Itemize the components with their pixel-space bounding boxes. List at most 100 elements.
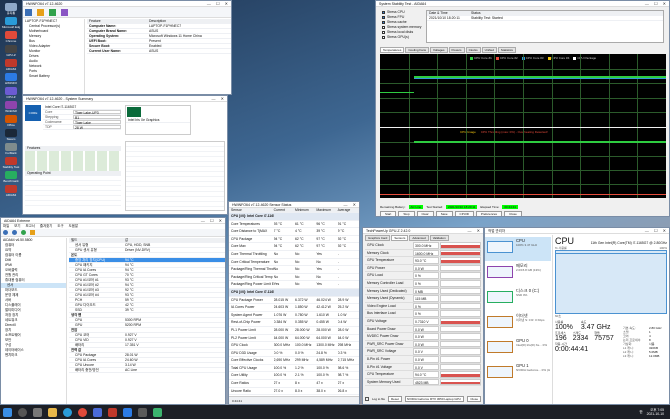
tree-item[interactable]: Smart Battery bbox=[23, 74, 84, 79]
desktop-icon[interactable]: Microsoft Edge bbox=[2, 17, 20, 31]
taskmgr-resource-item[interactable]: 메모리 2.0/15.8 GB (13%) bbox=[485, 262, 551, 286]
desktop-icon[interactable]: HWiNFO bbox=[2, 73, 20, 87]
save-report-icon[interactable] bbox=[37, 9, 44, 16]
desktop-icon[interactable]: AIDA64 bbox=[2, 59, 20, 73]
desktop-icon[interactable]: 휴지통 bbox=[2, 3, 20, 17]
window-controls[interactable]: — ☐ ✕ bbox=[207, 1, 230, 6]
legend-checkbox[interactable] bbox=[495, 56, 499, 60]
stability-tab[interactable]: Unified bbox=[481, 47, 497, 53]
stability-button[interactable]: CPUID bbox=[454, 211, 474, 216]
sensor-col-header[interactable]: Maximum bbox=[316, 208, 337, 212]
stability-tab[interactable]: Cooling Fans bbox=[405, 47, 430, 53]
gpuz-tab[interactable]: Sensors bbox=[391, 235, 409, 241]
desktop-icon[interactable]: Stability Test bbox=[2, 157, 20, 171]
report-icon[interactable] bbox=[30, 230, 35, 235]
stability-titlebar[interactable]: System Stability Test - AIDA64— ☐ ✕ bbox=[376, 1, 669, 7]
summary-icon[interactable] bbox=[25, 9, 32, 16]
desktop-icon[interactable]: Steam bbox=[2, 129, 20, 143]
desktop-icon[interactable]: Office bbox=[2, 115, 20, 129]
taskmgr-resource-item[interactable]: 디스크 0 (C:) SSD 0% bbox=[485, 287, 551, 311]
taskmgr-sidebar[interactable]: CPU 100% 3.47 GHz 메모리 2.0/15.8 GB (13%) 디스크 … bbox=[485, 235, 553, 404]
desktop-icon[interactable]: Chrome bbox=[2, 31, 20, 45]
stability-tab[interactable]: Voltages bbox=[430, 47, 448, 53]
gpuz-tab[interactable]: Advanced bbox=[409, 235, 429, 241]
gpuz-close-button[interactable]: Close bbox=[467, 396, 481, 402]
stress-checkbox[interactable] bbox=[382, 11, 385, 14]
chrome-icon[interactable] bbox=[78, 407, 87, 417]
sensor-titlebar[interactable]: HWiNFO64 v7.12-4620 Sensor Status — ✕ bbox=[229, 202, 359, 208]
sensor-col-header[interactable]: Average bbox=[338, 208, 359, 212]
gpu-select[interactable]: NVIDIA GeForce RTX 3050 Laptop GPU bbox=[404, 396, 465, 402]
stability-test-window[interactable]: System Stability Test - AIDA64— ☐ ✕ Stre… bbox=[375, 0, 670, 217]
stress-checkbox[interactable] bbox=[382, 16, 385, 19]
gpuz-titlebar[interactable]: TechPowerUp GPU-Z 2.42.0— ✕ bbox=[363, 228, 483, 234]
taskmgr-resource-item[interactable]: CPU 100% 3.47 GHz bbox=[485, 237, 551, 261]
taskmgr-resource-item[interactable]: GPU 1NVIDIA GeForce... 0% (42 °C) bbox=[485, 362, 551, 386]
stability-button[interactable]: Clear bbox=[416, 211, 434, 216]
stress-option[interactable]: Stress GPU(s) bbox=[380, 35, 424, 40]
start-icon[interactable] bbox=[3, 407, 12, 417]
gpuz-window[interactable]: TechPowerUp GPU-Z 2.42.0— ✕ Graphics Car… bbox=[362, 227, 484, 405]
edge-icon[interactable] bbox=[63, 407, 72, 417]
sensor-col-header[interactable]: Sensor bbox=[231, 208, 274, 212]
aida64-menu-item[interactable]: 보고서 bbox=[26, 224, 35, 229]
hwinfo-tree[interactable]: LAPTOP-F1PHNEC7 Central Processor(s) Mothe… bbox=[23, 19, 85, 94]
stability-button[interactable]: Start bbox=[380, 211, 397, 216]
taskmgr-taskbar-icon[interactable] bbox=[153, 407, 162, 417]
stability-tab[interactable]: Temperatures bbox=[380, 47, 405, 53]
aida64-titlebar[interactable]: AIDA64 Extreme — ☐ ✕ bbox=[1, 218, 225, 224]
stability-button[interactable]: Preferences bbox=[475, 211, 503, 216]
desktop-icon[interactable]: FurMark bbox=[2, 143, 20, 157]
taskmgr-resource-item[interactable]: GPU 0 Intel(R) Iris(R) Xe... 0% bbox=[485, 337, 551, 361]
sensors-icon[interactable] bbox=[49, 9, 56, 16]
store-icon[interactable] bbox=[93, 407, 102, 417]
aida64-menu-item[interactable]: 보기 bbox=[14, 224, 20, 229]
sensor-col-header[interactable]: Current bbox=[274, 208, 295, 212]
legend-checkbox[interactable] bbox=[573, 56, 577, 60]
back-icon[interactable] bbox=[3, 230, 8, 235]
clock[interactable]: 오후 7:05 2021-10-10 bbox=[647, 408, 664, 416]
gpuz-tabs[interactable]: Graphics Card Sensors Advanced Validation bbox=[363, 234, 483, 242]
aida64-tree-item[interactable]: 벤치마크 bbox=[1, 353, 66, 358]
legend-checkbox[interactable] bbox=[470, 56, 473, 60]
desktop-icon[interactable]: CPU-Z bbox=[2, 87, 20, 101]
aida64-menu-item[interactable]: 도움말 bbox=[69, 224, 78, 229]
aida64-menu-item[interactable]: 파일 bbox=[3, 224, 9, 229]
hwinfo-taskbar-icon[interactable] bbox=[123, 407, 132, 417]
stability-button[interactable]: Stop bbox=[398, 211, 415, 216]
about-icon[interactable] bbox=[61, 9, 68, 16]
sensor-col-header[interactable]: Minimum bbox=[295, 208, 316, 212]
desktop-icon[interactable]: Benchmark bbox=[2, 171, 20, 185]
task-manager-window[interactable]: 작업 관리자 — ☐ ✕ CPU 100% 3.47 GHz 메모리 2.0/15.8 … bbox=[484, 227, 670, 405]
taskmgr-titlebar[interactable]: 작업 관리자 — ☐ ✕ bbox=[485, 228, 669, 234]
stress-checkbox[interactable] bbox=[382, 36, 385, 39]
forward-icon[interactable] bbox=[12, 230, 17, 235]
stability-tabs[interactable]: Temperatures Cooling Fans Voltages Powers Cl… bbox=[380, 47, 516, 53]
hwinfo-system-titlebar[interactable]: HWiNFO64 v7.12-4620— ☐ ✕ bbox=[23, 1, 231, 7]
stress-options[interactable]: Stress CPU Stress FPU Stress cache Stress s… bbox=[380, 10, 424, 40]
stability-tab[interactable]: Statistics bbox=[497, 47, 516, 53]
task-view-icon[interactable] bbox=[33, 407, 42, 417]
desktop-icon[interactable]: AIDA64 bbox=[2, 185, 20, 199]
file-explorer-icon[interactable] bbox=[48, 407, 57, 417]
sensor-status-window[interactable]: HWiNFO64 v7.12-4620 Sensor Status — ✕ Sen… bbox=[228, 201, 360, 405]
hwinfo-summary-window[interactable]: HWiNFO64 v7.12-4620 - System Summary — ✕ … bbox=[22, 95, 228, 215]
taskmgr-resource-item[interactable]: 이더넷 이더넷 S: 0 R: 0 Kbps bbox=[485, 312, 551, 336]
input-language[interactable]: 한 bbox=[639, 410, 642, 415]
search-icon[interactable] bbox=[18, 407, 27, 417]
aida64-menu-item[interactable]: 도구 bbox=[57, 224, 63, 229]
reset-button[interactable]: Reset bbox=[388, 396, 402, 402]
stress-checkbox[interactable] bbox=[382, 31, 385, 34]
log-checkbox[interactable] bbox=[365, 397, 369, 401]
stability-button[interactable]: Close bbox=[504, 211, 522, 216]
gpuz-taskbar-icon[interactable] bbox=[138, 407, 147, 417]
stability-button[interactable]: Save bbox=[435, 211, 453, 216]
stress-checkbox[interactable] bbox=[382, 26, 385, 29]
desktop-icon[interactable]: GPU-Z bbox=[2, 45, 20, 59]
stability-tab[interactable]: Powers bbox=[448, 47, 465, 53]
aida64-tree[interactable]: AIDA64 v6.50.5800 컴퓨터 요약 컴퓨터 이름 DMI IPMI 오버클럭 전… bbox=[1, 238, 67, 404]
stability-tab[interactable]: Clocks bbox=[465, 47, 481, 53]
aida64-window[interactable]: AIDA64 Extreme — ☐ ✕ 파일 보기 보고서 즐겨찾기 도구 도움말 AID… bbox=[0, 217, 226, 405]
stress-checkbox[interactable] bbox=[382, 21, 385, 24]
stability-buttons[interactable]: Start Stop Clear Save CPUID Preferences Close bbox=[380, 211, 665, 216]
